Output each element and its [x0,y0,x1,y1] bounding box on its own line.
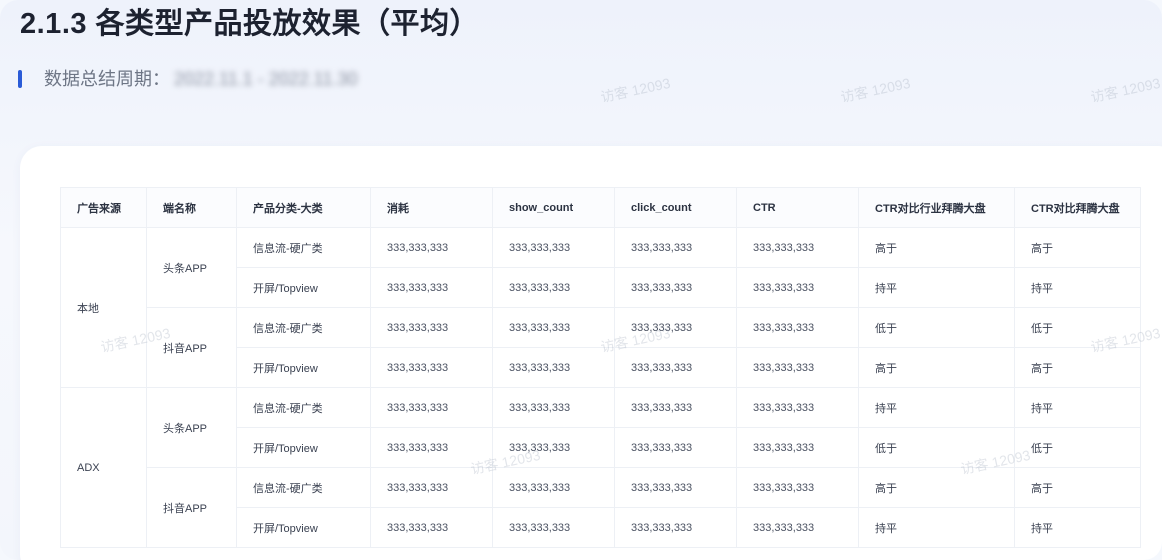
header-category: 产品分类-大类 [236,187,371,228]
ctr-vs-industry-cell: 高于 [858,347,1015,388]
cost-cell: 333,333,333 [370,267,493,308]
ctr-vs-overall-cell: 持平 [1014,267,1141,308]
show-count-cell: 333,333,333 [492,427,615,468]
click-count-cell: 333,333,333 [614,307,737,348]
header-app: 端名称 [146,187,237,228]
ctr-vs-industry-cell: 低于 [858,307,1015,348]
show-count-cell: 333,333,333 [492,347,615,388]
category-cell: 开屏/Topview [236,427,371,468]
ctr-vs-overall-cell: 高于 [1014,347,1141,388]
table-row: ADX 头条APP 信息流-硬广类 333,333,333 333,333,33… [60,387,1141,548]
cost-cell: 333,333,333 [370,387,493,428]
category-cell: 信息流-硬广类 [236,387,371,428]
ctr-vs-overall-cell: 高于 [1014,467,1141,508]
ctr-vs-industry-cell: 低于 [858,427,1015,468]
ctr-cell: 333,333,333 [736,347,859,388]
show-count-cell: 333,333,333 [492,267,615,308]
app-cell: 头条APP [146,387,237,468]
watermark: 访客 12093 [839,74,912,106]
header-source: 广告来源 [60,187,147,228]
click-count-cell: 333,333,333 [614,427,737,468]
category-cell: 信息流-硬广类 [236,227,371,268]
ctr-vs-overall-cell: 持平 [1014,507,1141,548]
table-row: 本地 头条APP 信息流-硬广类 333,333,333 333,333,333… [60,227,1141,388]
ctr-cell: 333,333,333 [736,467,859,508]
table-row: 抖音APP 信息流-硬广类 333,333,333 333,333,333 33… [61,307,1141,388]
show-count-cell: 333,333,333 [492,387,615,428]
ctr-vs-industry-cell: 持平 [858,387,1015,428]
ctr-cell: 333,333,333 [736,267,859,308]
table-header-row: 广告来源 端名称 产品分类-大类 消耗 show_count click_cou… [60,187,1141,228]
app-cell: 头条APP [146,227,237,308]
category-cell: 开屏/Topview [236,267,371,308]
category-cell: 信息流-硬广类 [236,307,371,348]
ctr-cell: 333,333,333 [736,307,859,348]
cost-cell: 333,333,333 [370,227,493,268]
cost-cell: 333,333,333 [370,427,493,468]
source-cell: 本地 [60,227,147,388]
ctr-cell: 333,333,333 [736,507,859,548]
ctr-vs-overall-cell: 持平 [1014,387,1141,428]
page-title: 2.1.3 各类型产品投放效果（平均） [20,8,480,40]
product-effect-table: 广告来源 端名称 产品分类-大类 消耗 show_count click_cou… [60,187,1141,548]
cost-cell: 333,333,333 [370,307,493,348]
header-click-count: click_count [614,187,737,228]
click-count-cell: 333,333,333 [614,267,737,308]
ctr-cell: 333,333,333 [736,427,859,468]
app-cell: 抖音APP [146,467,237,548]
cost-cell: 333,333,333 [370,467,493,508]
header-ctr-vs-overall: CTR对比拜腾大盘 [1014,187,1141,228]
watermark: 访客 12093 [1089,74,1162,106]
click-count-cell: 333,333,333 [614,467,737,508]
category-cell: 开屏/Topview [236,507,371,548]
ctr-vs-industry-cell: 持平 [858,267,1015,308]
ctr-vs-industry-cell: 高于 [858,467,1015,508]
category-cell: 信息流-硬广类 [236,467,371,508]
table-row: 抖音APP 信息流-硬广类 333,333,333 333,333,333 33… [61,467,1141,548]
period-value: 2022.11.1 - 2022.11.30 [174,69,358,89]
click-count-cell: 333,333,333 [614,347,737,388]
source-cell: ADX [60,387,147,548]
data-period: 数据总结周期： 2022.11.1 - 2022.11.30 [18,66,358,92]
report-page: 2.1.3 各类型产品投放效果（平均） 数据总结周期： 2022.11.1 - … [0,0,1162,560]
period-accent-bar [18,70,22,88]
period-label: 数据总结周期： [44,69,170,89]
watermark: 访客 12093 [599,74,672,106]
cost-cell: 333,333,333 [370,347,493,388]
click-count-cell: 333,333,333 [614,227,737,268]
header-show-count: show_count [492,187,615,228]
header-ctr-vs-industry: CTR对比行业拜腾大盘 [858,187,1015,228]
header-ctr: CTR [736,187,859,228]
ctr-vs-overall-cell: 高于 [1014,227,1141,268]
ctr-vs-overall-cell: 低于 [1014,307,1141,348]
ctr-vs-overall-cell: 低于 [1014,427,1141,468]
cost-cell: 333,333,333 [370,507,493,548]
app-cell: 抖音APP [146,307,237,388]
ctr-vs-industry-cell: 持平 [858,507,1015,548]
show-count-cell: 333,333,333 [492,507,615,548]
show-count-cell: 333,333,333 [492,227,615,268]
ctr-cell: 333,333,333 [736,227,859,268]
click-count-cell: 333,333,333 [614,387,737,428]
show-count-cell: 333,333,333 [492,307,615,348]
header-cost: 消耗 [370,187,493,228]
show-count-cell: 333,333,333 [492,467,615,508]
ctr-vs-industry-cell: 高于 [858,227,1015,268]
ctr-cell: 333,333,333 [736,387,859,428]
click-count-cell: 333,333,333 [614,507,737,548]
category-cell: 开屏/Topview [236,347,371,388]
